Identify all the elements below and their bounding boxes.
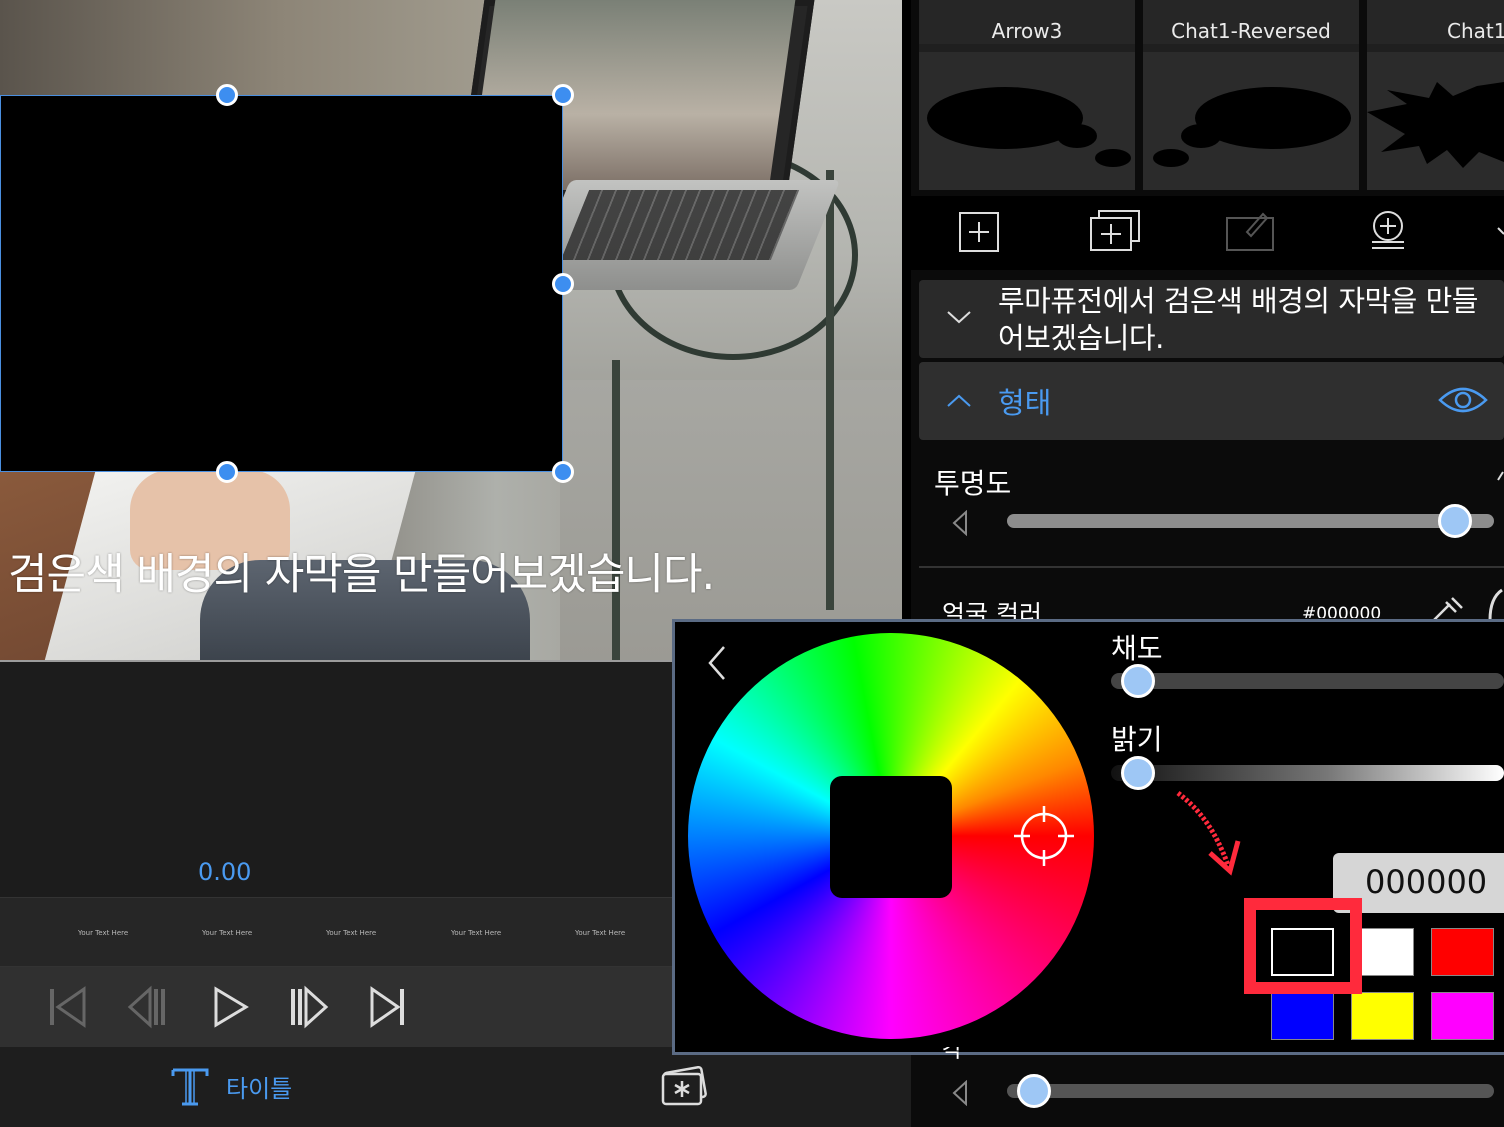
bottom-slider[interactable] xyxy=(1007,1084,1494,1098)
selected-color-preview xyxy=(830,776,952,898)
preset-arrow3[interactable]: Arrow3 xyxy=(919,0,1135,190)
preset-name: Arrow3 xyxy=(919,0,1135,44)
edit-preset-icon[interactable] xyxy=(1225,208,1277,254)
laptop-keyboard xyxy=(560,190,800,260)
clip-label: Your Text Here xyxy=(78,929,129,937)
annotation-arrow-icon xyxy=(1176,791,1241,876)
tab-title-label: 타이틀 xyxy=(226,1074,293,1103)
divider xyxy=(919,566,1504,568)
resize-handle-bottom-right[interactable] xyxy=(552,461,574,483)
swatch-red[interactable] xyxy=(1431,928,1494,976)
tab-title[interactable]: 타이틀 xyxy=(170,1064,292,1108)
eye-icon[interactable] xyxy=(1438,384,1488,416)
subtitle-text[interactable]: 검은색 배경의 자막을 만들어보겠습니다. xyxy=(8,540,715,602)
chevron-up-icon[interactable] xyxy=(946,392,972,410)
saturation-slider-thumb[interactable] xyxy=(1121,664,1155,698)
shape-section-label: 형태 xyxy=(998,386,1052,420)
clip-label: Your Text Here xyxy=(575,929,626,937)
preset-name: Chat1-Reversed xyxy=(1143,0,1359,44)
preset-chat1-reversed[interactable]: Chat1-Reversed xyxy=(1143,0,1359,190)
brightness-slider-thumb[interactable] xyxy=(1121,756,1155,790)
color-well-icon[interactable] xyxy=(1488,588,1504,620)
swatch-yellow[interactable] xyxy=(1351,992,1414,1040)
preset-name: Chat1 xyxy=(1367,0,1504,44)
swatch-blue[interactable] xyxy=(1271,992,1334,1040)
hue-crosshair-icon[interactable] xyxy=(1014,806,1074,866)
face-color-hex: #000000 xyxy=(1302,604,1382,618)
resize-handle-right[interactable] xyxy=(552,273,574,295)
swatch-magenta[interactable] xyxy=(1431,992,1494,1040)
resize-handle-bottom[interactable] xyxy=(216,461,238,483)
add-preset-icon[interactable] xyxy=(957,208,1001,254)
add-layer-icon[interactable] xyxy=(1089,208,1141,254)
opacity-slider[interactable] xyxy=(1007,514,1494,528)
more-icon[interactable] xyxy=(1494,208,1504,254)
title-background-box[interactable] xyxy=(0,95,563,472)
video-preview[interactable]: 검은색 배경의 자막을 만들어보겠습니다. xyxy=(0,0,902,662)
reversed-thought-bubble-shape-icon xyxy=(1143,52,1359,190)
resize-handle-top-right[interactable] xyxy=(552,84,574,106)
opacity-slider-thumb[interactable] xyxy=(1438,504,1473,538)
effects-icon[interactable] xyxy=(660,1066,708,1106)
saturation-slider[interactable] xyxy=(1111,673,1504,689)
preset-chat1[interactable]: Chat1 xyxy=(1367,0,1504,190)
app-root: { "preview": { "subtitle": "검은색 배경의 자막을 … xyxy=(0,0,1504,1127)
play-icon[interactable] xyxy=(208,985,252,1029)
clip-label: Your Text Here xyxy=(326,929,377,937)
thought-bubble-shape-icon xyxy=(919,52,1135,190)
brightness-label: 밝기 xyxy=(1111,723,1163,756)
table-leg xyxy=(826,170,834,610)
skip-to-start-icon[interactable] xyxy=(46,985,90,1029)
caption-text[interactable]: 루마퓨전에서 검은색 배경의 자막을 만들어보겠습니다. xyxy=(998,283,1488,357)
step-forward-icon[interactable] xyxy=(288,985,332,1029)
decrement-arrow-icon[interactable] xyxy=(950,1080,970,1106)
bottom-slider-label: 각 xyxy=(942,1047,963,1063)
playhead-time: 0.00 xyxy=(198,858,252,886)
saturation-label: 채도 xyxy=(1111,632,1163,665)
bottom-tab-bar xyxy=(0,1047,911,1127)
burst-shape-icon xyxy=(1367,52,1504,190)
face-color-label: 얼굴 컬러 xyxy=(942,600,1042,619)
clip-label: Your Text Here xyxy=(451,929,502,937)
brightness-slider[interactable] xyxy=(1111,765,1504,781)
decrement-arrow-icon[interactable] xyxy=(950,510,970,536)
back-chevron-icon[interactable] xyxy=(704,643,728,683)
reset-icon[interactable] xyxy=(1494,470,1504,484)
annotation-highlight-box xyxy=(1244,898,1362,994)
clip-label: Your Text Here xyxy=(202,929,253,937)
import-preset-icon[interactable] xyxy=(1366,208,1410,254)
title-t-icon xyxy=(171,1068,209,1106)
resize-handle-top[interactable] xyxy=(216,84,238,106)
opacity-label: 투명도 xyxy=(934,467,1012,500)
step-back-icon[interactable] xyxy=(124,985,168,1029)
eyedropper-icon[interactable] xyxy=(1430,596,1464,620)
skip-to-end-icon[interactable] xyxy=(366,985,410,1029)
table-leg xyxy=(612,360,620,660)
chevron-down-icon[interactable] xyxy=(946,308,972,326)
